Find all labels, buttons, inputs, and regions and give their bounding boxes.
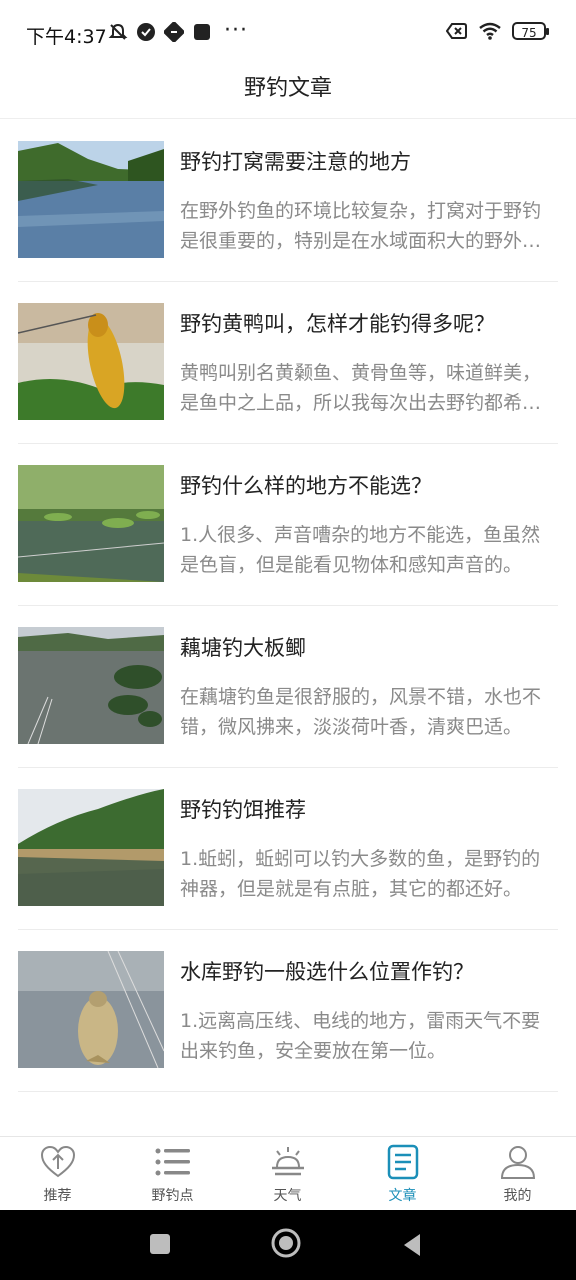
- article-summary: 在藕塘钓鱼是很舒服的，风景不错，水也不错，微风拂来，淡淡荷叶香，清爽巴适。: [180, 686, 542, 738]
- page-title: 野钓文章: [243, 76, 332, 101]
- tab-label: 我的: [503, 1188, 532, 1204]
- notification-icons: [108, 22, 212, 42]
- home-button[interactable]: [270, 1227, 302, 1259]
- user-icon: [500, 1146, 535, 1179]
- check-circle-icon: [137, 23, 155, 41]
- tab-recommend[interactable]: 推荐: [0, 1137, 115, 1211]
- article-item[interactable]: 水库野钓一般选什么位置作钓？ 1.远离高压线、电线的地方，雷雨天气不要出来钓鱼，…: [18, 930, 558, 1092]
- article-summary: 黄鸭叫别名黄颡鱼、黄骨鱼等，味道鲜美，是鱼中之上品，所以我每次出去野钓都希望能钓…: [180, 362, 542, 414]
- article-title: 野钓黄鸭叫，怎样才能钓得多呢？: [180, 312, 495, 336]
- article-summary: 1.人很多、声音嘈杂的地方不能选，鱼虽然是色盲，但是能看见物体和感知声音的。: [180, 524, 541, 576]
- weather-icon: [271, 1147, 304, 1176]
- status-bar: 下午4:37 ··· 75: [0, 0, 576, 62]
- article-thumbnail: [18, 303, 164, 420]
- bottom-tab-bar: 推荐 野钓点 天气 文章 我的: [0, 1136, 576, 1211]
- tab-label: 天气: [273, 1188, 302, 1204]
- tab-weather[interactable]: 天气: [230, 1137, 345, 1211]
- article-thumbnail: [18, 141, 164, 258]
- mute-icon: [108, 23, 128, 40]
- wifi-icon: [479, 22, 501, 40]
- tab-mine[interactable]: 我的: [460, 1137, 575, 1211]
- article-item[interactable]: 野钓钓饵推荐 1.蚯蚓，蚯蚓可以钓大多数的鱼，是野钓的神器，但是就是有点脏，其它…: [18, 768, 558, 930]
- article-title: 野钓打窝需要注意的地方: [180, 150, 411, 174]
- battery-icon: 75: [512, 22, 549, 40]
- article-summary: 在野外钓鱼的环境比较复杂，打窝对于野钓是很重要的，特别是在水域面积大的野外水域，…: [180, 200, 542, 252]
- article-thumbnail: [18, 627, 164, 744]
- tab-label: 文章: [388, 1188, 417, 1204]
- no-sim-icon: [446, 23, 467, 39]
- article-item[interactable]: 野钓黄鸭叫，怎样才能钓得多呢？ 黄鸭叫别名黄颡鱼、黄骨鱼等，味道鲜美，是鱼中之上…: [18, 282, 558, 444]
- recent-apps-button[interactable]: [148, 1232, 172, 1256]
- list-icon: [155, 1148, 190, 1176]
- system-navigation-bar: [0, 1210, 576, 1280]
- header: 野钓文章: [0, 62, 576, 119]
- tab-articles[interactable]: 文章: [345, 1137, 460, 1211]
- article-thumbnail: [18, 465, 164, 582]
- article-thumbnail: [18, 951, 164, 1068]
- square-app-icon: [194, 24, 210, 40]
- tab-label: 推荐: [43, 1188, 72, 1204]
- heart-arrow-icon: [40, 1145, 75, 1178]
- back-button[interactable]: [400, 1232, 424, 1258]
- article-title: 藕塘钓大板鲫: [180, 636, 306, 660]
- more-notifications-icon: ···: [224, 18, 248, 43]
- article-title: 水库野钓一般选什么位置作钓？: [180, 960, 474, 984]
- article-icon: [387, 1144, 418, 1180]
- tab-label: 野钓点: [151, 1188, 194, 1204]
- status-time: 下午4:37: [26, 26, 107, 48]
- article-item[interactable]: 藕塘钓大板鲫 在藕塘钓鱼是很舒服的，风景不错，水也不错，微风拂来，淡淡荷叶香，清…: [18, 606, 558, 768]
- article-item[interactable]: 野钓打窝需要注意的地方 在野外钓鱼的环境比较复杂，打窝对于野钓是很重要的，特别是…: [18, 120, 558, 282]
- app-icon: [164, 22, 184, 42]
- article-title: 野钓什么样的地方不能选？: [180, 474, 432, 498]
- tab-fishing-spots[interactable]: 野钓点: [115, 1137, 230, 1211]
- article-title: 野钓钓饵推荐: [180, 798, 306, 822]
- article-summary: 1.远离高压线、电线的地方，雷雨天气不要出来钓鱼，安全要放在第一位。: [180, 1010, 541, 1062]
- article-item[interactable]: 野钓什么样的地方不能选？ 1.人很多、声音嘈杂的地方不能选，鱼虽然是色盲，但是能…: [18, 444, 558, 606]
- article-summary: 1.蚯蚓，蚯蚓可以钓大多数的鱼，是野钓的神器，但是就是有点脏，其它的都还好。: [180, 848, 541, 900]
- article-list: 野钓打窝需要注意的地方 在野外钓鱼的环境比较复杂，打窝对于野钓是很重要的，特别是…: [18, 120, 558, 1092]
- system-status: 75: [446, 22, 549, 40]
- article-thumbnail: [18, 789, 164, 906]
